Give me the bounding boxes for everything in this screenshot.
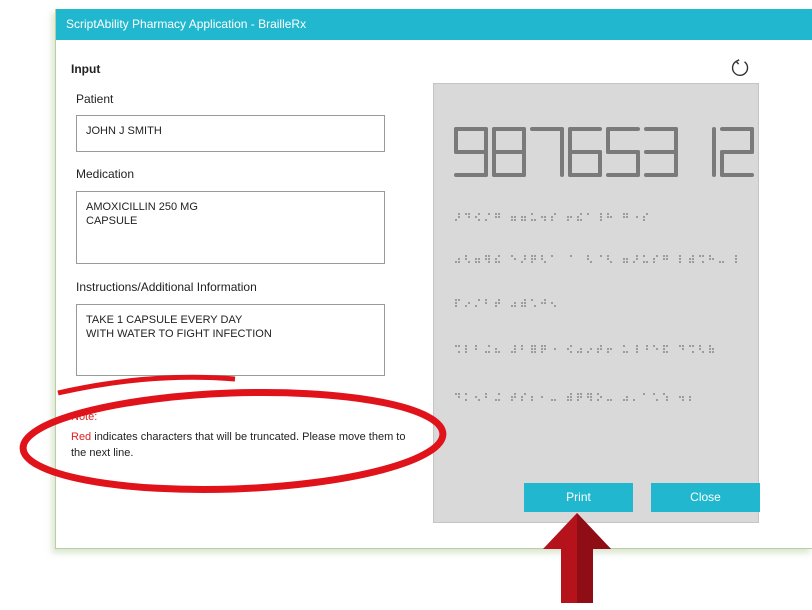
rx-digit: [530, 127, 564, 177]
rx-digit: [606, 127, 640, 177]
braille-label-preview: [433, 83, 759, 523]
braille-preview-canvas: [454, 127, 754, 401]
close-button[interactable]: Close: [651, 483, 760, 512]
instructions-line: TAKE 1 CAPSULE EVERY DAY: [86, 314, 243, 326]
medication-field[interactable]: AMOXICILLIN 250 MG CAPSULE: [76, 191, 385, 264]
app-window: ScriptAbility Pharmacy Application - Bra…: [55, 9, 812, 549]
note-text: Red indicates characters that will be tr…: [71, 429, 421, 461]
patient-value: JOHN J SMITH: [86, 125, 162, 137]
braille-line: [455, 345, 714, 353]
window-titlebar: ScriptAbility Pharmacy Application - Bra…: [56, 9, 812, 40]
input-heading: Input: [71, 62, 101, 76]
braille-line: [455, 299, 556, 307]
medication-label: Medication: [76, 167, 135, 181]
refresh-icon[interactable]: [728, 56, 752, 80]
note-message: indicates characters that will be trunca…: [71, 431, 406, 459]
instructions-field[interactable]: TAKE 1 CAPSULE EVERY DAY WITH WATER TO F…: [76, 304, 385, 376]
instructions-line: WITH WATER TO FIGHT INFECTION: [86, 328, 272, 340]
note-red-word: Red: [71, 431, 92, 443]
rx-digit: [568, 127, 602, 177]
braille-line: [455, 255, 737, 263]
window-title: ScriptAbility Pharmacy Application - Bra…: [66, 17, 307, 31]
rx-digit: [492, 127, 526, 177]
print-button[interactable]: Print: [524, 483, 633, 512]
medication-line: AMOXICILLIN 250 MG: [86, 201, 198, 213]
instructions-label: Instructions/Additional Information: [76, 280, 257, 294]
patient-label: Patient: [76, 92, 114, 106]
rx-digit: [644, 127, 678, 177]
braille-line: [455, 393, 691, 401]
rx-number-display: [454, 127, 754, 177]
rx-digit: [454, 127, 488, 177]
rx-digit: [720, 127, 754, 177]
note-title: Note:: [71, 411, 98, 423]
patient-field[interactable]: JOHN J SMITH: [76, 115, 385, 152]
medication-line: CAPSULE: [86, 215, 138, 227]
braille-line: [455, 213, 648, 221]
braille-text-lines: [455, 213, 737, 401]
